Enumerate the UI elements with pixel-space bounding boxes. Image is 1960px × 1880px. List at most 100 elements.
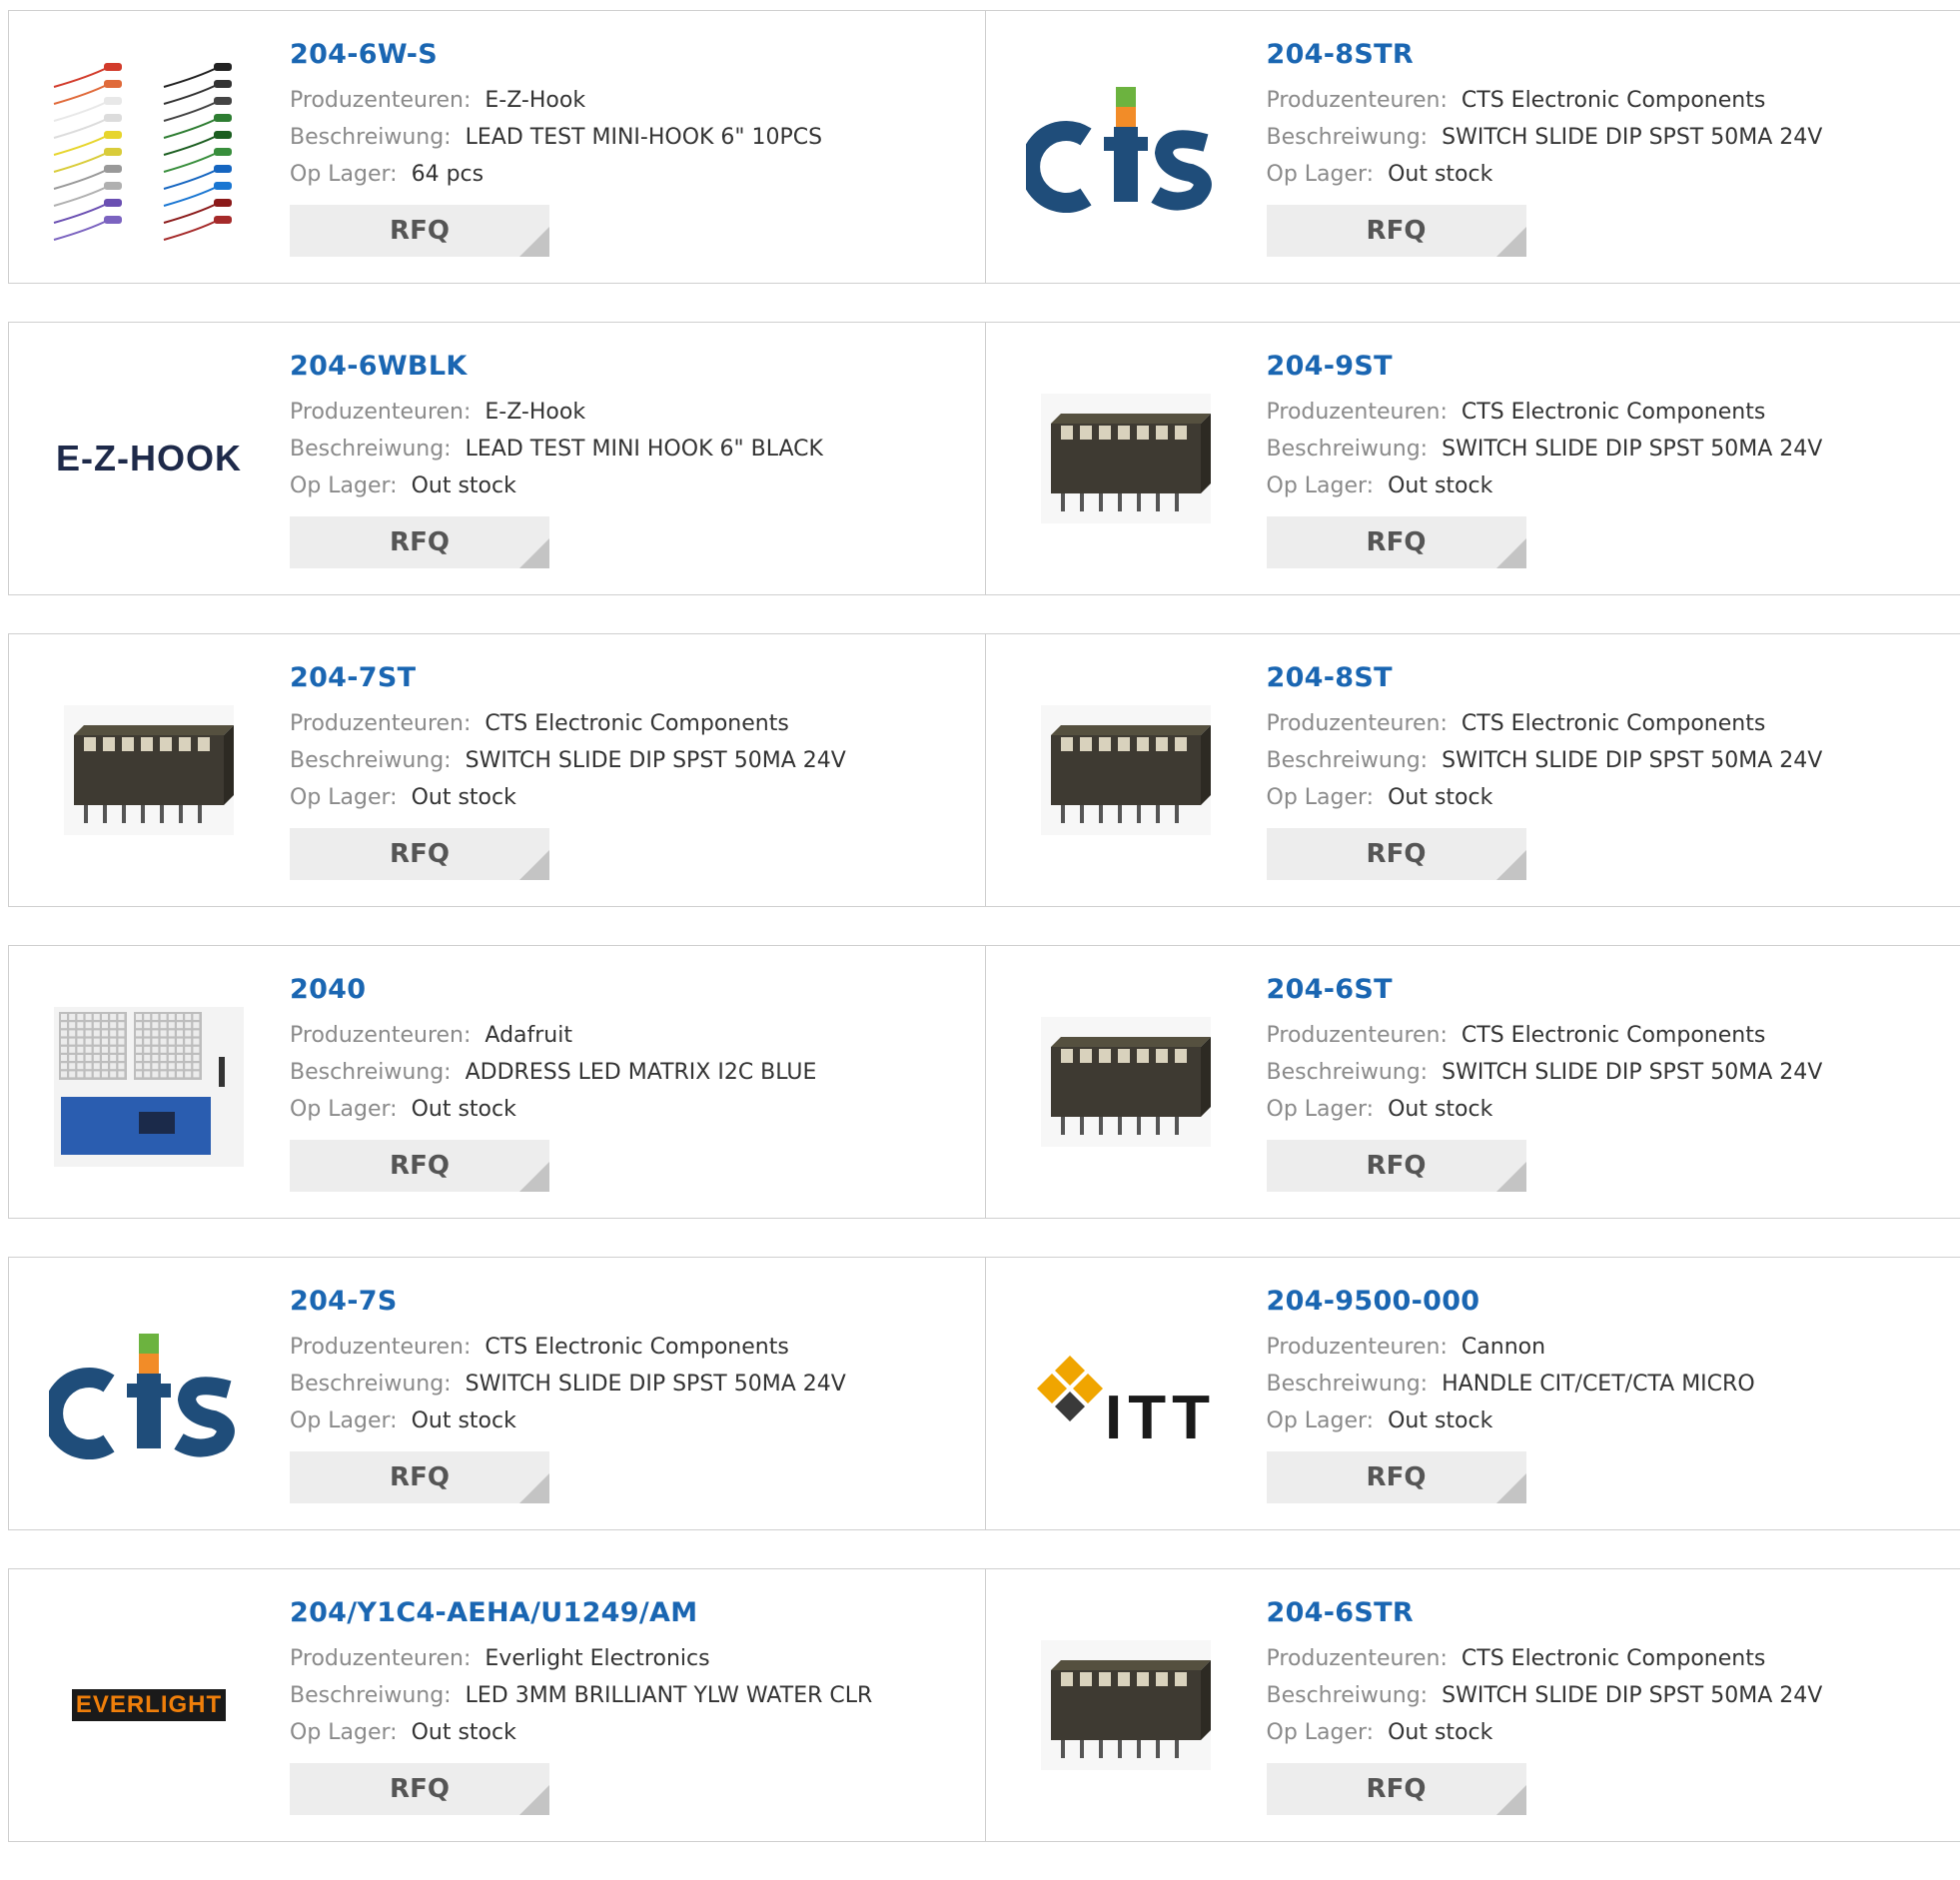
manufacturer-value: CTS Electronic Components [485, 711, 788, 736]
description-value: LEAD TEST MINI HOOK 6" BLACK [466, 437, 823, 462]
rfq-button[interactable]: RFQ [1267, 828, 1526, 880]
part-number-link[interactable]: 204/Y1C4-AEHA/U1249/AM [290, 1597, 872, 1628]
manufacturer-line: Produzenteuren: E-Z-Hook [290, 82, 822, 119]
rfq-button[interactable]: RFQ [290, 1451, 549, 1503]
dip-switch-image[interactable] [49, 670, 249, 870]
description-line: Beschreiwung:SWITCH SLIDE DIP SPST 50MA … [290, 742, 846, 779]
rfq-corner-decoration [1496, 1785, 1526, 1815]
rfq-label: RFQ [390, 1774, 450, 1804]
rfq-button[interactable]: RFQ [290, 828, 549, 880]
manufacturer-line: Produzenteuren:CTS Electronic Components [290, 1329, 846, 1366]
description-label: Beschreiwung: [290, 437, 452, 462]
stock-value: Out stock [1388, 473, 1492, 498]
rfq-corner-decoration [519, 1785, 549, 1815]
itt-logo[interactable]: ITT [1026, 1294, 1226, 1493]
rfq-label: RFQ [1367, 1462, 1427, 1492]
rfq-corner-decoration [519, 850, 549, 880]
rfq-button[interactable]: RFQ [290, 205, 549, 257]
part-number-link[interactable]: 204-7ST [290, 662, 846, 693]
rfq-button[interactable]: RFQ [1267, 1140, 1526, 1192]
manufacturer-value: CTS Electronic Components [1462, 1646, 1765, 1671]
description-line: Beschreiwung:LED 3MM BRILLIANT YLW WATER… [290, 1677, 872, 1714]
rfq-button[interactable]: RFQ [1267, 205, 1526, 257]
rfq-label: RFQ [1367, 1774, 1427, 1804]
ezhook-logo-text: E-Z-HOOK [56, 438, 242, 479]
part-number-link[interactable]: 204-6STR [1267, 1597, 1823, 1628]
product-card: 204-8STRProduzenteuren:CTS Electronic Co… [985, 11, 1960, 283]
product-card: 204-7S Produzenteuren:CTS Electronic Comp… [9, 1258, 985, 1529]
manufacturer-label: Produzenteuren: [1267, 1646, 1448, 1671]
rfq-button[interactable]: RFQ [290, 1763, 549, 1815]
cts-logo[interactable] [1026, 47, 1226, 247]
stock-label: Op Lager: [1267, 473, 1375, 498]
part-number-link[interactable]: 204-9ST [1267, 351, 1823, 382]
part-number-link[interactable]: 204-6WBLK [290, 351, 823, 382]
description-line: Beschreiwung:SWITCH SLIDE DIP SPST 50MA … [1267, 1677, 1823, 1714]
product-info: 204-7S Produzenteuren:CTS Electronic Comp… [290, 1286, 846, 1503]
part-number-link[interactable]: 204-8STR [1267, 39, 1823, 70]
rfq-button[interactable]: RFQ [290, 1140, 549, 1192]
dip-switch-image[interactable] [1026, 982, 1226, 1182]
product-card: 204-7STProduzenteuren:CTS Electronic Com… [9, 634, 985, 906]
stock-value: Out stock [412, 473, 516, 498]
test-hooks-image[interactable] [49, 47, 249, 247]
stock-value: Out stock [412, 1720, 516, 1745]
manufacturer-label: Produzenteuren: [1267, 1335, 1448, 1360]
product-row: 204-7STProduzenteuren:CTS Electronic Com… [8, 633, 1960, 907]
description-line: Beschreiwung:SWITCH SLIDE DIP SPST 50MA … [1267, 431, 1823, 468]
led-matrix-image[interactable] [49, 982, 249, 1182]
manufacturer-label: Produzenteuren: [290, 1023, 471, 1048]
product-card: 204-6STProduzenteuren:CTS Electronic Com… [985, 946, 1960, 1218]
product-info: 2040 Produzenteuren: Adafruit Beschreiwung:… [290, 974, 816, 1192]
product-info: 204-8STProduzenteuren:CTS Electronic Com… [1267, 662, 1823, 880]
product-info: 204-8STRProduzenteuren:CTS Electronic Co… [1267, 39, 1823, 257]
rfq-label: RFQ [390, 527, 450, 557]
stock-value: Out stock [1388, 785, 1492, 810]
rfq-corner-decoration [519, 538, 549, 568]
product-card: 204-6STR Produzenteuren: CTS Electronic Co… [985, 1569, 1960, 1841]
manufacturer-label: Produzenteuren: [290, 1646, 471, 1671]
dip-switch-image[interactable] [1026, 670, 1226, 870]
manufacturer-label: Produzenteuren: [1267, 1023, 1448, 1048]
description-value: LED 3MM BRILLIANT YLW WATER CLR [466, 1683, 873, 1708]
everlight-logo-text: EVERLIGHT [72, 1689, 226, 1721]
stock-line: Op Lager:Out stock [290, 1403, 846, 1439]
dip-switch-image[interactable] [1026, 359, 1226, 558]
cts-logo[interactable] [49, 1294, 249, 1493]
description-label: Beschreiwung: [1267, 125, 1429, 150]
rfq-corner-decoration [1496, 1473, 1526, 1503]
description-line: Beschreiwung:ADDRESS LED MATRIX I2C BLUE [290, 1054, 816, 1091]
everlight-logo[interactable]: EVERLIGHT [49, 1605, 249, 1805]
description-label: Beschreiwung: [1267, 1683, 1429, 1708]
description-label: Beschreiwung: [290, 1372, 452, 1397]
manufacturer-value: Adafruit [485, 1023, 572, 1048]
rfq-button[interactable]: RFQ [1267, 1763, 1526, 1815]
stock-line: Op Lager:Out stock [290, 1714, 872, 1751]
stock-label: Op Lager: [290, 1409, 398, 1433]
manufacturer-value: Everlight Electronics [485, 1646, 709, 1671]
ezhook-logo[interactable]: E-Z-HOOK [49, 359, 249, 558]
rfq-button[interactable]: RFQ [1267, 516, 1526, 568]
part-number-link[interactable]: 2040 [290, 974, 816, 1005]
stock-value: Out stock [1388, 1720, 1492, 1745]
rfq-button[interactable]: RFQ [1267, 1451, 1526, 1503]
stock-value: 64 pcs [412, 162, 485, 187]
rfq-button[interactable]: RFQ [290, 516, 549, 568]
dip-switch-image[interactable] [1026, 1605, 1226, 1805]
product-info: 204-6WBLKProduzenteuren:E-Z-HookBeschrei… [290, 351, 823, 568]
description-value: ADDRESS LED MATRIX I2C BLUE [466, 1060, 817, 1085]
stock-line: Op Lager:Out stock [1267, 779, 1823, 816]
part-number-link[interactable]: 204-7S [290, 1286, 846, 1317]
manufacturer-value: E-Z-Hook [485, 88, 585, 113]
description-label: Beschreiwung: [290, 125, 452, 150]
part-number-link[interactable]: 204-9500-000 [1267, 1286, 1755, 1317]
part-number-link[interactable]: 204-6ST [1267, 974, 1823, 1005]
stock-value: Out stock [412, 1097, 516, 1122]
description-label: Beschreiwung: [1267, 1372, 1429, 1397]
rfq-corner-decoration [1496, 227, 1526, 257]
rfq-label: RFQ [390, 1151, 450, 1181]
manufacturer-label: Produzenteuren: [290, 88, 471, 113]
manufacturer-label: Produzenteuren: [290, 1335, 471, 1360]
part-number-link[interactable]: 204-8ST [1267, 662, 1823, 693]
part-number-link[interactable]: 204-6W-S [290, 39, 822, 70]
